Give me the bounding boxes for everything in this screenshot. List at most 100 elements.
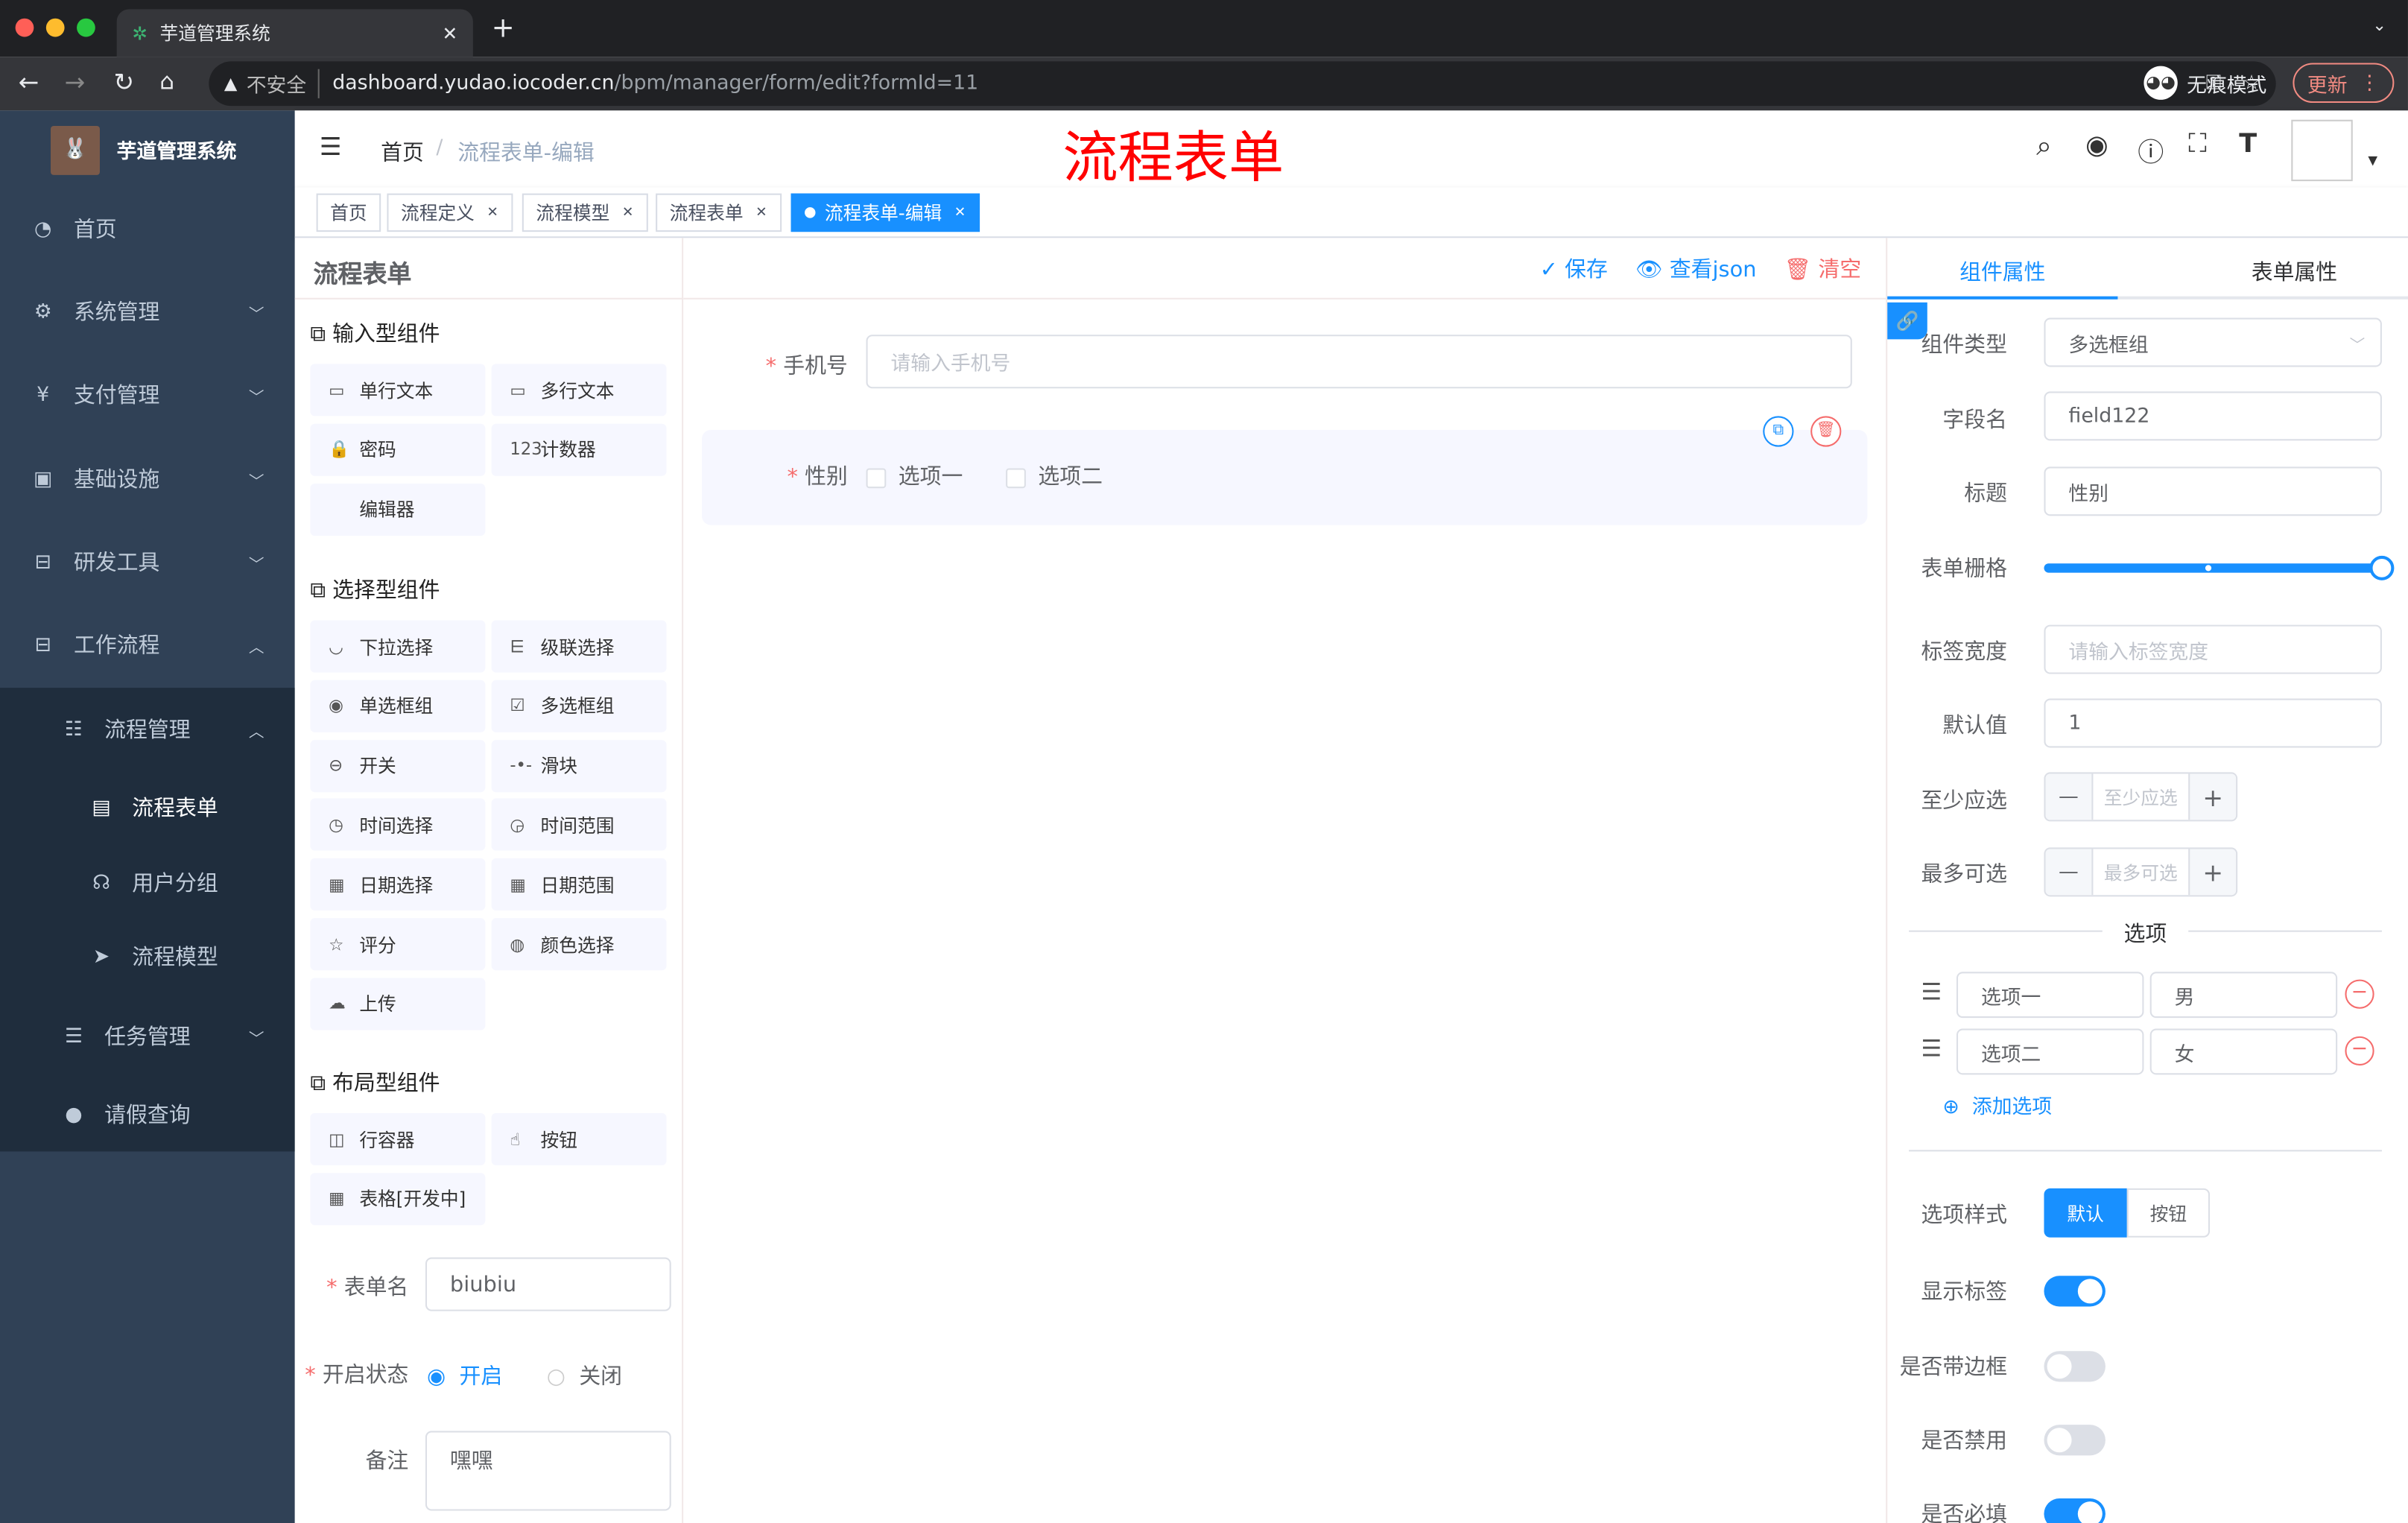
remove-option-icon[interactable]: − xyxy=(2345,979,2374,1009)
palette-item[interactable]: ◍ 颜色选择 xyxy=(491,918,667,971)
search-icon[interactable]: ⌕ xyxy=(2036,130,2052,162)
clear-button[interactable]: 🗑 清空 xyxy=(1784,253,1862,283)
sidebar-item-2[interactable]: ¥ 支付管理 ﹀ xyxy=(0,353,295,436)
tag-close-icon[interactable]: ✕ xyxy=(487,205,498,221)
browser-tab[interactable]: ✲ 芋道管理系统 ✕ xyxy=(116,9,473,57)
component-type-select[interactable]: 多选框组 ﹀ xyxy=(2044,317,2382,367)
breadcrumb-home[interactable]: 首页 xyxy=(381,136,424,167)
caret-down-icon[interactable]: ▼ xyxy=(2368,153,2377,168)
delete-field-icon[interactable]: 🗑 xyxy=(1810,416,1842,447)
palette-item[interactable]: ⋿ 级联选择 xyxy=(491,620,667,673)
selected-field-gender[interactable]: * 性别 选项一 选项二 xyxy=(701,429,1868,525)
style-button-button[interactable]: 按钮 xyxy=(2126,1188,2211,1238)
remove-option-icon[interactable]: − xyxy=(2345,1036,2374,1066)
sidebar-item-3[interactable]: ▣ 基础设施 ﹀ xyxy=(0,437,295,520)
back-button[interactable]: ← xyxy=(19,68,39,97)
palette-item[interactable]: ◫ 行容器 xyxy=(310,1112,486,1165)
min-select-stepper[interactable]: — 至少应选 + xyxy=(2044,772,2238,822)
title-input[interactable]: 性别 xyxy=(2044,466,2382,516)
tab-list-chevron-icon[interactable]: ⌄ xyxy=(2372,16,2386,36)
drag-handle-icon[interactable]: ☰ xyxy=(1921,978,1942,1006)
palette-item[interactable]: 编辑器 xyxy=(310,483,486,536)
disabled-switch[interactable] xyxy=(2044,1425,2106,1456)
save-button[interactable]: ✓ 保存 xyxy=(1540,253,1608,283)
close-tab-icon[interactable]: ✕ xyxy=(442,22,457,44)
remark-textarea[interactable]: 嘿嘿 xyxy=(425,1431,671,1511)
form-name-input[interactable]: biubiu xyxy=(425,1257,671,1311)
sidebar-item-6[interactable]: ☷ 流程管理 ︿ xyxy=(0,688,295,770)
palette-item[interactable]: ☝ 按钮 xyxy=(491,1112,667,1165)
slider-handle[interactable] xyxy=(2369,555,2395,580)
tag-close-icon[interactable]: ✕ xyxy=(622,205,634,221)
tag-2[interactable]: 流程模型 ✕ xyxy=(522,193,647,232)
palette-item[interactable]: ◉ 单选框组 xyxy=(310,680,486,732)
palette-item[interactable]: ▭ 单行文本 xyxy=(310,364,486,417)
github-icon[interactable]: ◉ xyxy=(2085,130,2108,161)
sidebar-item-11[interactable]: ● 请假查询 xyxy=(0,1073,295,1156)
sidebar-item-7[interactable]: ▤ 流程表单 xyxy=(0,766,295,849)
sidebar-item-9[interactable]: ➤ 流程模型 xyxy=(0,915,295,998)
show-switch[interactable] xyxy=(2044,1276,2106,1307)
user-avatar[interactable] xyxy=(2291,119,2353,182)
palette-item[interactable]: ▦ 日期选择 xyxy=(310,858,486,911)
tag-close-icon[interactable]: ✕ xyxy=(755,205,767,221)
option-value-input[interactable]: 男 xyxy=(2149,972,2338,1019)
palette-item[interactable]: 🔒 密码 xyxy=(310,423,486,476)
increment-button[interactable]: + xyxy=(2188,773,2237,820)
home-button[interactable]: ⌂ xyxy=(159,68,174,95)
decrement-button[interactable]: — xyxy=(2045,773,2094,820)
palette-item[interactable]: 123 计数器 xyxy=(491,423,667,476)
option-value-input[interactable]: 女 xyxy=(2149,1028,2338,1075)
copy-field-icon[interactable]: ⧉ xyxy=(1763,416,1794,447)
palette-item[interactable]: ◡ 下拉选择 xyxy=(310,620,486,673)
help-icon[interactable]: ⓘ xyxy=(2138,130,2164,168)
tag-1[interactable]: 流程定义 ✕ xyxy=(387,193,513,232)
required-switch[interactable] xyxy=(2044,1498,2106,1523)
palette-item[interactable]: ☑ 多选框组 xyxy=(491,680,667,732)
decrement-button[interactable]: — xyxy=(2045,849,2094,896)
status-radio-off[interactable]: ○ 关闭 xyxy=(547,1361,622,1391)
sidebar-item-0[interactable]: ◔ 首页 xyxy=(0,187,295,270)
drag-handle-icon[interactable]: ☰ xyxy=(1921,1035,1942,1063)
new-tab-button[interactable]: + xyxy=(492,12,515,44)
add-option-button[interactable]: ⊕ 添加选项 xyxy=(1942,1090,2052,1119)
palette-item[interactable]: -•- 滑块 xyxy=(491,739,667,792)
tag-close-icon[interactable]: ✕ xyxy=(954,205,966,221)
palette-item[interactable]: ▭ 多行文本 xyxy=(491,364,667,417)
sidebar-item-5[interactable]: ⊟ 工作流程 ︿ xyxy=(0,604,295,686)
option-label-input[interactable]: 选项二 xyxy=(1956,1028,2144,1075)
tab-form-props[interactable]: 表单属性 xyxy=(2179,256,2408,287)
palette-item[interactable]: ⊖ 开关 xyxy=(310,739,486,792)
status-radio-on[interactable]: ◉ 开启 xyxy=(427,1361,502,1391)
font-size-icon[interactable]: T xyxy=(2239,129,2257,159)
increment-button[interactable]: + xyxy=(2188,849,2237,896)
tag-3[interactable]: 流程表单 ✕ xyxy=(656,193,782,232)
sidebar-item-10[interactable]: ☰ 任务管理 ﹀ xyxy=(0,995,295,1077)
minimize-window-button[interactable] xyxy=(45,18,65,37)
close-window-button[interactable] xyxy=(15,18,34,37)
palette-item[interactable]: ◷ 时间选择 xyxy=(310,799,486,852)
tag-0[interactable]: 首页 xyxy=(316,193,381,232)
tag-4[interactable]: 流程表单-编辑 ✕ xyxy=(790,193,980,232)
checkbox-option[interactable]: 选项二 xyxy=(1006,460,1103,491)
max-select-stepper[interactable]: — 最多可选 + xyxy=(2044,847,2238,897)
reload-button[interactable]: ↻ xyxy=(114,68,135,97)
palette-item[interactable]: ▦ 日期范围 xyxy=(491,858,667,911)
option-label-input[interactable]: 选项一 xyxy=(1956,972,2144,1019)
default-value-input[interactable]: 1 xyxy=(2044,698,2382,748)
checkbox-option[interactable]: 选项一 xyxy=(866,460,963,491)
sidebar-item-8[interactable]: ☊ 用户分组 xyxy=(0,841,295,924)
palette-item[interactable]: ◶ 时间范围 xyxy=(491,799,667,852)
forward-button[interactable]: → xyxy=(65,68,86,97)
incognito-indicator[interactable]: ◕◕ 无痕模式 xyxy=(2144,66,2266,100)
view-json-button[interactable]: 👁 查看json xyxy=(1635,253,1757,283)
tab-component-props[interactable]: 组件属性 xyxy=(1887,256,2117,287)
update-button[interactable]: 更新 ⋮ xyxy=(2293,63,2395,104)
fullscreen-icon[interactable]: ⛶ xyxy=(2188,129,2207,159)
sidebar-item-4[interactable]: ⊟ 研发工具 ﹀ xyxy=(0,521,295,604)
label-width-input[interactable]: 请输入标签宽度 xyxy=(2044,624,2382,674)
url-field[interactable]: ▲ 不安全 dashboard.yudao.iocoder.cn/bpm/manag… xyxy=(209,61,2276,107)
field-name-input[interactable]: field122 xyxy=(2044,391,2382,441)
palette-item[interactable]: ☆ 评分 xyxy=(310,918,486,971)
style-default-button[interactable]: 默认 xyxy=(2044,1188,2127,1238)
